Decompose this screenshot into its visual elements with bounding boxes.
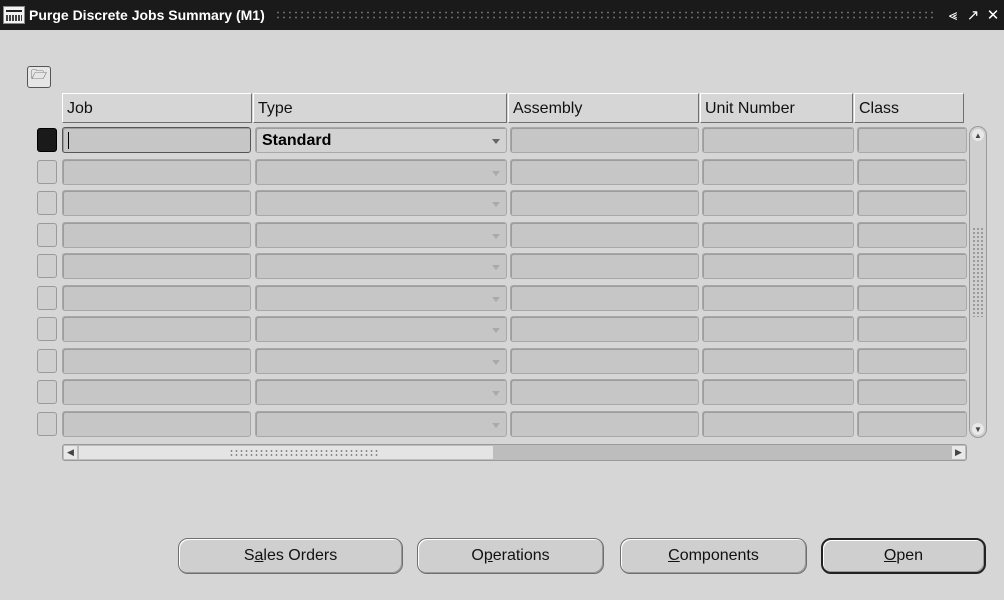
- type-field[interactable]: [255, 190, 507, 216]
- class-field[interactable]: [857, 379, 967, 405]
- class-field[interactable]: [857, 347, 967, 374]
- job-field[interactable]: [62, 190, 251, 216]
- unit-number-field[interactable]: [702, 127, 854, 153]
- minimize-icon[interactable]: ⪡: [944, 7, 962, 24]
- row-selector[interactable]: [37, 222, 57, 247]
- class-field[interactable]: [857, 127, 967, 153]
- job-field[interactable]: [62, 253, 251, 279]
- job-field[interactable]: [62, 127, 251, 153]
- assembly-field[interactable]: [510, 347, 699, 374]
- type-field[interactable]: [255, 316, 507, 342]
- unit-number-field[interactable]: [702, 316, 854, 342]
- assembly-field[interactable]: [510, 127, 699, 153]
- row-selector[interactable]: [37, 285, 57, 310]
- row-selector[interactable]: [37, 411, 57, 436]
- maximize-icon[interactable]: ↗: [964, 6, 982, 24]
- class-field[interactable]: [857, 190, 967, 216]
- scroll-right-icon[interactable]: ▶: [952, 446, 965, 459]
- class-field[interactable]: [857, 158, 967, 185]
- column-header-unit-number[interactable]: Unit Number: [700, 93, 853, 123]
- type-field[interactable]: [255, 379, 507, 405]
- assembly-field[interactable]: [510, 410, 699, 437]
- class-field[interactable]: [857, 410, 967, 437]
- scroll-grip: [229, 449, 379, 458]
- column-header-job[interactable]: Job: [62, 93, 252, 123]
- unit-number-field[interactable]: [702, 379, 854, 405]
- class-field[interactable]: [857, 253, 967, 279]
- column-header-type[interactable]: Type: [253, 93, 507, 123]
- window-titlebar: Purge Discrete Jobs Summary (M1) ⪡ ↗ ✕: [0, 0, 1004, 30]
- class-field[interactable]: [857, 316, 967, 342]
- row-selector[interactable]: [37, 317, 57, 341]
- unit-number-field[interactable]: [702, 253, 854, 279]
- row-selector[interactable]: [37, 348, 57, 373]
- type-field[interactable]: [255, 158, 507, 185]
- job-field[interactable]: [62, 158, 251, 185]
- unit-number-field[interactable]: [702, 347, 854, 374]
- chevron-down-icon[interactable]: [492, 170, 500, 176]
- unit-number-field[interactable]: [702, 410, 854, 437]
- chevron-down-icon[interactable]: [492, 233, 500, 239]
- column-header-class[interactable]: Class: [854, 93, 964, 123]
- job-field[interactable]: [62, 347, 251, 374]
- scroll-up-icon[interactable]: ▲: [972, 129, 984, 141]
- assembly-field[interactable]: [510, 253, 699, 279]
- job-field[interactable]: [62, 379, 251, 405]
- open-button[interactable]: Open: [821, 538, 986, 574]
- unit-number-field[interactable]: [702, 158, 854, 185]
- row-selector[interactable]: [37, 159, 57, 184]
- oracle-app-icon: [3, 6, 25, 24]
- job-field[interactable]: [62, 410, 251, 437]
- type-value: Standard: [262, 132, 332, 149]
- text-cursor: [68, 132, 69, 149]
- horizontal-scroll-thumb[interactable]: [79, 446, 493, 459]
- close-icon[interactable]: ✕: [984, 6, 1002, 24]
- type-field[interactable]: Standard: [255, 127, 507, 153]
- operations-button[interactable]: Operations: [417, 538, 604, 574]
- folder-open-icon: 🗁: [30, 67, 48, 82]
- components-button[interactable]: Components: [620, 538, 807, 574]
- unit-number-field[interactable]: [702, 190, 854, 216]
- type-field[interactable]: [255, 253, 507, 279]
- scroll-down-icon[interactable]: ▼: [972, 423, 984, 435]
- type-field[interactable]: [255, 410, 507, 437]
- class-field[interactable]: [857, 284, 967, 311]
- chevron-down-icon[interactable]: [492, 359, 500, 365]
- type-field[interactable]: [255, 347, 507, 374]
- row-selector[interactable]: [37, 128, 57, 152]
- scroll-left-icon[interactable]: ◀: [64, 446, 77, 459]
- window-title: Purge Discrete Jobs Summary (M1): [29, 7, 265, 23]
- class-field[interactable]: [857, 221, 967, 248]
- chevron-down-icon[interactable]: [492, 139, 500, 144]
- horizontal-scrollbar[interactable]: ◀ ▶: [62, 444, 967, 461]
- unit-number-field[interactable]: [702, 221, 854, 248]
- assembly-field[interactable]: [510, 284, 699, 311]
- scroll-thumb[interactable]: [972, 227, 984, 317]
- assembly-field[interactable]: [510, 221, 699, 248]
- titlebar-grip: [274, 10, 934, 20]
- vertical-scrollbar[interactable]: ▲ ▼: [969, 126, 987, 438]
- folder-open-button[interactable]: 🗁: [27, 66, 51, 88]
- chevron-down-icon[interactable]: [492, 328, 500, 333]
- row-selector[interactable]: [37, 191, 57, 215]
- chevron-down-icon[interactable]: [492, 265, 500, 270]
- row-selector[interactable]: [37, 254, 57, 278]
- assembly-field[interactable]: [510, 379, 699, 405]
- job-field[interactable]: [62, 316, 251, 342]
- assembly-field[interactable]: [510, 158, 699, 185]
- assembly-field[interactable]: [510, 190, 699, 216]
- chevron-down-icon[interactable]: [492, 422, 500, 428]
- job-field[interactable]: [62, 284, 251, 311]
- chevron-down-icon[interactable]: [492, 296, 500, 302]
- type-field[interactable]: [255, 284, 507, 311]
- chevron-down-icon[interactable]: [492, 391, 500, 396]
- unit-number-field[interactable]: [702, 284, 854, 311]
- chevron-down-icon[interactable]: [492, 202, 500, 207]
- assembly-field[interactable]: [510, 316, 699, 342]
- sales-orders-button[interactable]: Sales Orders: [178, 538, 403, 574]
- job-field[interactable]: [62, 221, 251, 248]
- row-selector[interactable]: [37, 380, 57, 404]
- type-field[interactable]: [255, 221, 507, 248]
- column-header-assembly[interactable]: Assembly: [508, 93, 699, 123]
